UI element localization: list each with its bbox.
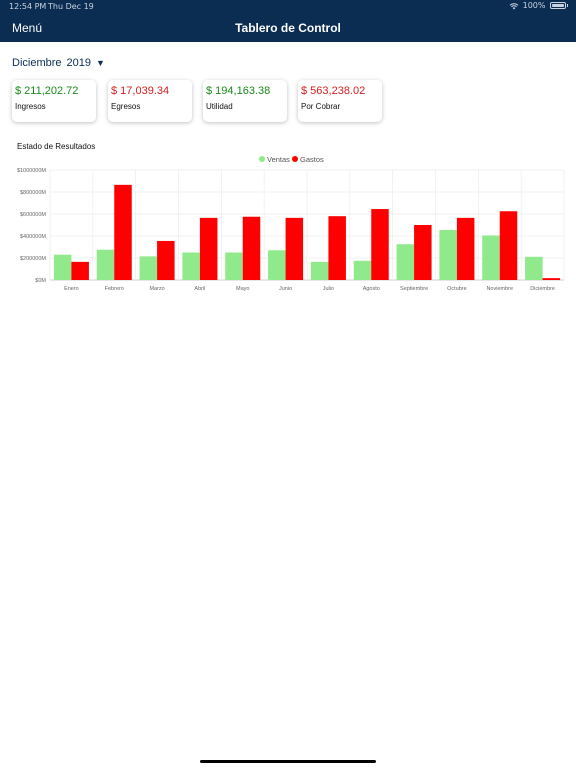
wifi-icon xyxy=(509,2,518,9)
x-tick-label: Junio xyxy=(279,286,292,292)
card-amount: $ 211,202.72 xyxy=(15,85,79,97)
period-year: 2019 xyxy=(66,57,91,69)
bar-gastos-mayo xyxy=(242,216,261,280)
x-tick-label: Diciembre xyxy=(530,286,555,292)
x-tick-label: Abril xyxy=(194,286,205,292)
legend-label: Ventas xyxy=(267,155,290,164)
x-tick-label: Noviembre xyxy=(486,286,513,292)
y-tick-label: $600000M xyxy=(20,212,46,218)
bar-ventas-enero xyxy=(53,254,72,280)
bar-gastos-junio xyxy=(285,217,304,280)
status-bar: 12:54 PM Thu Dec 19 100% xyxy=(0,0,576,14)
x-tick-label: Enero xyxy=(64,286,79,292)
legend-marker-gastos xyxy=(292,156,298,162)
card-amount: $ 563,238.02 xyxy=(301,85,366,97)
bar-ventas-febrero xyxy=(96,249,115,280)
page-title: Tablero de Control xyxy=(235,21,341,35)
card-label: Ingresos xyxy=(15,102,46,111)
bar-gastos-julio xyxy=(328,216,346,280)
home-indicator xyxy=(200,760,376,763)
x-tick-label: Marzo xyxy=(149,286,164,292)
legend-marker-ventas xyxy=(259,156,265,162)
x-tick-label: Mayo xyxy=(236,286,249,292)
x-tick-label: Julio xyxy=(323,286,334,292)
x-tick-label: Septiembre xyxy=(400,286,428,292)
x-tick-label: Octubre xyxy=(447,286,467,292)
bar-ventas-octubre xyxy=(439,229,457,280)
legend-label: Gastos xyxy=(300,155,324,164)
bar-ventas-julio xyxy=(310,261,329,280)
bar-ventas-agosto xyxy=(353,260,372,280)
card-label: Por Cobrar xyxy=(301,102,341,111)
bar-ventas-noviembre xyxy=(482,235,500,280)
bar-gastos-abril xyxy=(199,217,218,280)
x-tick-label: Agosto xyxy=(363,286,380,292)
bar-gastos-enero xyxy=(71,261,89,280)
x-tick-label: Febrero xyxy=(105,286,124,292)
status-date: Thu Dec 19 xyxy=(48,2,94,11)
nav-bar: Menú Tablero de Control xyxy=(0,14,576,42)
y-tick-label: $0M xyxy=(35,278,46,284)
bar-ventas-abril xyxy=(182,252,200,280)
card-ingresos[interactable]: $ 211,202.72 Ingresos xyxy=(12,80,96,122)
bar-chart: $0M $200000M $400000M $600000M $800000M $1000… xyxy=(17,155,565,292)
card-amount: $ 194,163.38 xyxy=(206,85,271,97)
period-month: Diciembre xyxy=(12,57,62,69)
y-tick-label: $200000M xyxy=(20,256,46,262)
caret-down-icon: ▼ xyxy=(96,58,105,68)
period-selector[interactable]: Diciembre 2019 ▼ xyxy=(12,57,105,69)
card-label: Utilidad xyxy=(206,102,233,111)
bar-ventas-mayo xyxy=(225,252,243,280)
card-utilidad[interactable]: $ 194,163.38 Utilidad xyxy=(203,80,287,122)
bar-gastos-septiembre xyxy=(414,225,432,280)
bar-gastos-agosto xyxy=(371,209,389,280)
status-time: 12:54 PM xyxy=(9,2,47,11)
y-tick-label: $800000M xyxy=(20,190,46,196)
bar-gastos-octubre xyxy=(456,217,475,280)
y-tick-label: $400000M xyxy=(20,234,46,240)
battery-cap xyxy=(566,4,568,7)
card-por-cobrar[interactable]: $ 563,238.02 Por Cobrar xyxy=(298,80,382,122)
bar-ventas-diciembre xyxy=(525,256,543,280)
bar-gastos-diciembre xyxy=(542,278,561,280)
y-tick-label: $1000000M xyxy=(17,168,46,174)
card-label: Egresos xyxy=(111,102,141,111)
bar-ventas-junio xyxy=(268,250,286,280)
bar-gastos-noviembre xyxy=(499,211,518,280)
bar-gastos-marzo xyxy=(157,240,175,280)
card-amount: $ 17,039.34 xyxy=(111,85,170,97)
bar-ventas-septiembre xyxy=(396,244,415,280)
battery-icon xyxy=(549,2,566,9)
status-indicators: 100% xyxy=(509,1,568,10)
card-egresos[interactable]: $ 17,039.34 Egresos xyxy=(108,80,192,122)
battery-percent: 100% xyxy=(522,1,546,10)
bar-gastos-febrero xyxy=(114,184,132,280)
bar-ventas-marzo xyxy=(139,256,158,280)
